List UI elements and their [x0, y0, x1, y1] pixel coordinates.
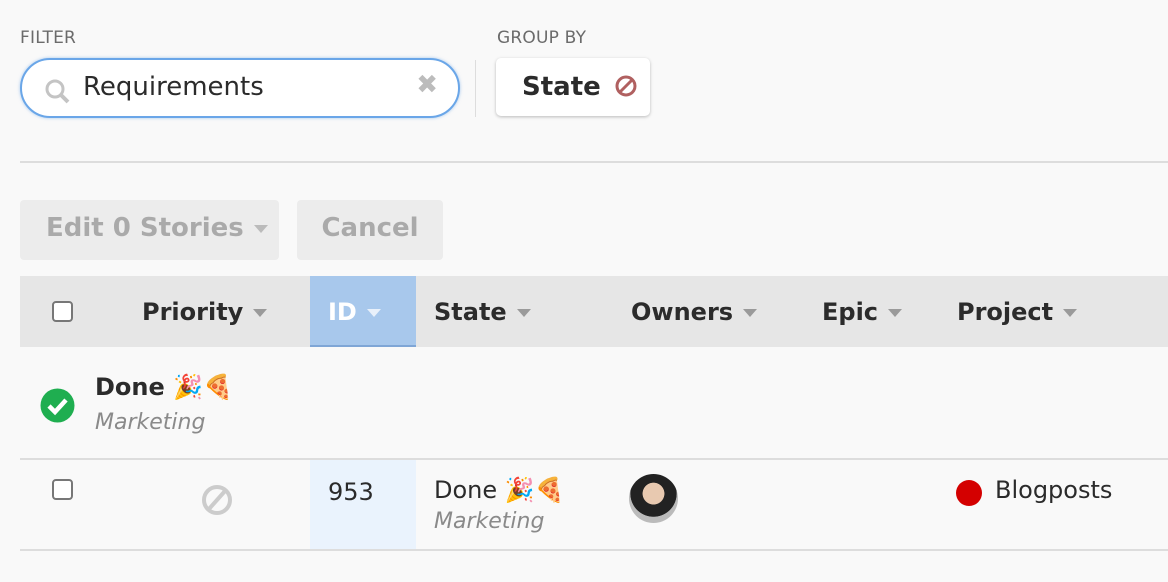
filter-search-input[interactable]: Requirements ✖ — [20, 58, 460, 118]
project-color-dot — [956, 480, 982, 506]
divider — [20, 161, 1168, 163]
group-by-value: State — [522, 72, 601, 102]
group-by-state-button[interactable]: State — [496, 58, 650, 116]
filter-label: FILTER — [20, 28, 77, 48]
project-name[interactable]: Blogposts — [995, 476, 1112, 504]
chevron-down-icon — [366, 309, 381, 317]
row-checkbox[interactable] — [52, 479, 73, 500]
edit-label: Edit 0 Stories — [46, 213, 244, 243]
table-row[interactable]: 953 Done 🎉🍕 Marketing Blogposts — [20, 460, 1168, 549]
no-priority-icon — [202, 485, 232, 515]
column-owners[interactable]: Owners — [631, 298, 758, 326]
column-state[interactable]: State — [434, 298, 531, 326]
chevron-down-icon — [1063, 309, 1078, 317]
column-project[interactable]: Project — [957, 298, 1078, 326]
chevron-down-icon — [516, 309, 531, 317]
remove-group-icon[interactable] — [614, 74, 638, 98]
filter-value: Requirements — [83, 72, 264, 102]
story-state-sub: Marketing — [434, 509, 545, 534]
group-subtitle: Marketing — [95, 410, 206, 435]
chevron-down-icon — [253, 224, 268, 233]
clear-icon[interactable]: ✖ — [416, 70, 438, 100]
column-priority[interactable]: Priority — [142, 298, 268, 326]
edit-stories-button[interactable]: Edit 0 Stories — [20, 200, 279, 260]
group-by-label: GROUP BY — [497, 28, 587, 48]
owner-avatar[interactable] — [629, 474, 678, 523]
group-title: Done 🎉🍕 — [95, 373, 233, 401]
cancel-button[interactable]: Cancel — [297, 200, 443, 260]
chevron-down-icon — [888, 309, 903, 317]
column-epic[interactable]: Epic — [822, 298, 903, 326]
story-state: Done 🎉🍕 — [434, 476, 565, 504]
divider — [475, 60, 476, 117]
select-all-checkbox[interactable] — [52, 301, 73, 322]
divider — [20, 549, 1168, 551]
column-id[interactable]: ID — [310, 276, 416, 347]
chevron-down-icon — [253, 309, 268, 317]
chevron-down-icon — [743, 309, 758, 317]
table-header: Priority ID State Owners Epic Project — [20, 276, 1168, 347]
done-check-icon — [40, 388, 75, 423]
id-cell: 953 — [310, 460, 416, 549]
search-icon — [45, 79, 70, 104]
story-id: 953 — [328, 478, 374, 506]
